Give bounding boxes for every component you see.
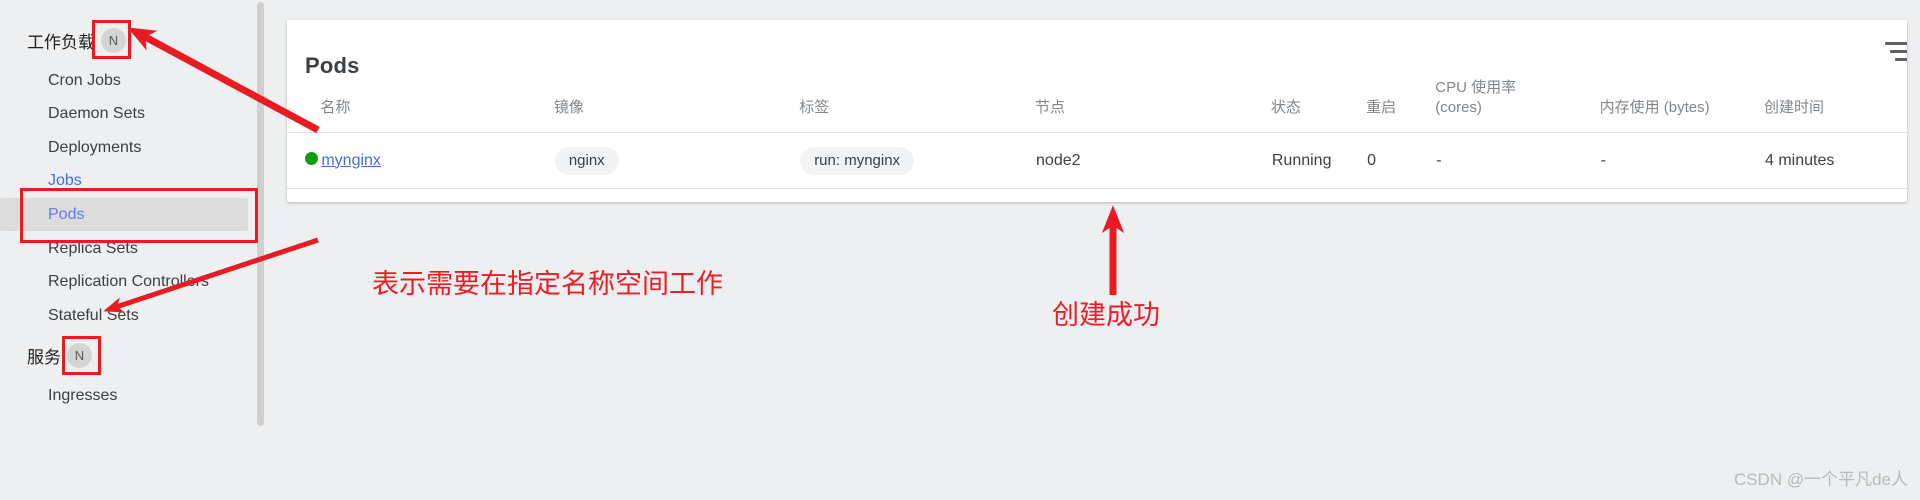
sidebar-item-label: Jobs [48, 171, 82, 189]
annotation-box-pods-item [20, 188, 258, 243]
pods-table-body: mynginx nginx run: mynginx node2 Running… [287, 132, 1907, 189]
cell-node: node2 [1035, 132, 1271, 189]
annotation-box-workloads-badge [92, 20, 131, 59]
column-header-created[interactable]: 创建时间 [1763, 78, 1907, 133]
sidebar-item-stateful-sets[interactable]: Stateful Sets [0, 299, 252, 332]
sidebar-item-label: Stateful Sets [48, 306, 139, 324]
column-header-image[interactable]: 镜像 [553, 78, 800, 133]
column-header-cpu-line2: (cores) [1435, 99, 1482, 116]
sidebar: 工作负载 N Cron Jobs Daemon Sets Deployments… [0, 0, 258, 500]
sidebar-item-label: Replication Controllers [48, 272, 209, 290]
cell-memory: - [1599, 132, 1764, 189]
sidebar-item-label: Deployments [48, 138, 142, 156]
watermark: CSDN @一个平凡de人 [1733, 470, 1908, 489]
column-header-node[interactable]: 节点 [1035, 78, 1271, 133]
cell-status-dot [287, 132, 321, 189]
table-header-row: 名称 镜像 标签 节点 状态 重启 CPU 使用率 (cores) 内存使用 (… [287, 78, 1907, 133]
cell-status: Running [1270, 132, 1367, 189]
sidebar-scrollbar-thumb[interactable] [257, 2, 264, 426]
filter-icon[interactable] [1885, 42, 1907, 68]
sidebar-item-daemon-sets[interactable]: Daemon Sets [0, 97, 252, 130]
cell-image: nginx [553, 132, 800, 189]
pods-table-header: 名称 镜像 标签 节点 状态 重启 CPU 使用率 (cores) 内存使用 (… [287, 78, 1907, 133]
column-header-cpu[interactable]: CPU 使用率 (cores) [1435, 78, 1600, 133]
sidebar-item-label: Cron Jobs [48, 71, 121, 89]
column-header-name[interactable]: 名称 [320, 78, 554, 133]
cell-restarts: 0 [1366, 132, 1436, 189]
page-title: Pods [305, 52, 360, 78]
pod-name-link[interactable]: mynginx [321, 152, 381, 169]
status-running-icon [305, 151, 318, 165]
column-header-status[interactable]: 状态 [1270, 78, 1367, 133]
cell-created: 4 minutes [1763, 132, 1907, 189]
cell-cpu: - [1435, 132, 1600, 189]
pods-card: Pods 名称 镜像 标签 节点 状态 重启 CPU 使用率 (cores) 内… [287, 20, 1907, 202]
image-chip: nginx [554, 146, 619, 175]
column-header-memory[interactable]: 内存使用 (bytes) [1599, 78, 1764, 133]
annotation-box-services-badge [62, 336, 101, 375]
column-header-status-dot [287, 78, 321, 133]
sidebar-item-ingresses[interactable]: Ingresses [0, 379, 252, 412]
column-header-cpu-line1: CPU 使用率 [1435, 79, 1517, 96]
annotation-create-success-note: 创建成功 [1052, 300, 1160, 330]
cell-name: mynginx [320, 132, 554, 189]
sidebar-item-deployments[interactable]: Deployments [0, 131, 252, 164]
cell-labels: run: mynginx [799, 132, 1036, 189]
app-root: 工作负载 N Cron Jobs Daemon Sets Deployments… [0, 0, 1920, 500]
table-row[interactable]: mynginx nginx run: mynginx node2 Running… [287, 132, 1907, 189]
sidebar-item-label: Daemon Sets [48, 104, 145, 122]
sidebar-group-workloads-label: 工作负载 [27, 33, 95, 52]
sidebar-item-replication-controllers[interactable]: Replication Controllers [0, 265, 252, 298]
label-chip: run: mynginx [800, 146, 915, 175]
sidebar-group-services-label: 服务 [27, 348, 61, 367]
column-header-labels[interactable]: 标签 [799, 78, 1036, 133]
sidebar-item-cron-jobs[interactable]: Cron Jobs [0, 64, 252, 97]
sidebar-item-label: Ingresses [48, 386, 118, 404]
pods-table: 名称 镜像 标签 节点 状态 重启 CPU 使用率 (cores) 内存使用 (… [287, 78, 1907, 189]
annotation-namespace-note: 表示需要在指定名称空间工作 [372, 269, 723, 299]
column-header-restarts[interactable]: 重启 [1366, 78, 1436, 133]
